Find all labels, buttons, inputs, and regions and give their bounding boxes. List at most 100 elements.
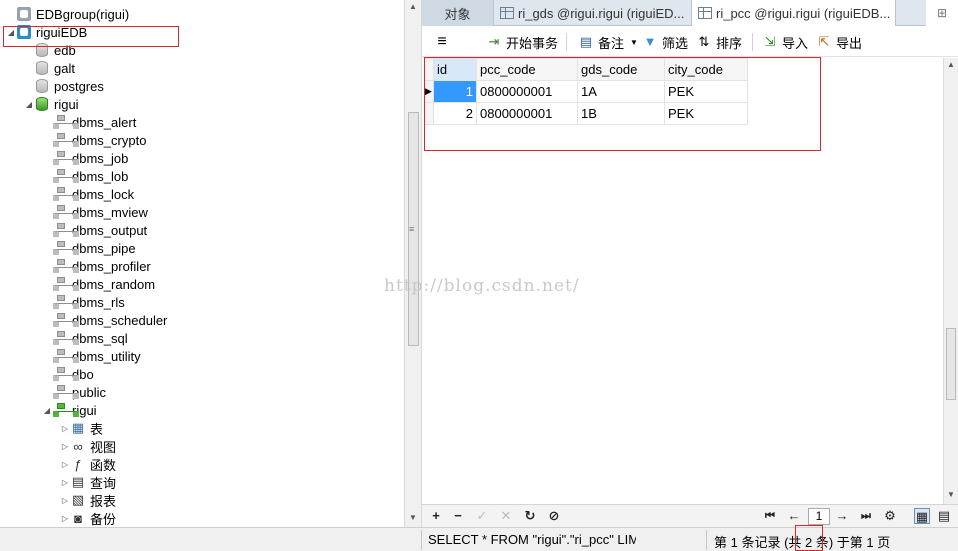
- tree-item[interactable]: ▷ ∞ 视图: [60, 437, 116, 455]
- scroll-thumb[interactable]: [946, 328, 956, 400]
- schema-icon-shape: [53, 313, 79, 327]
- add-record-icon[interactable]: +: [428, 508, 444, 524]
- schema-icon: [52, 330, 79, 346]
- tree-item[interactable]: dbms_crypto: [42, 131, 146, 149]
- tree-item-label: 视图: [90, 439, 117, 455]
- tree-item[interactable]: galt: [24, 59, 75, 77]
- backup-icon-shape: ◙: [74, 510, 82, 526]
- memo-button[interactable]: ▤ 备注 ▼: [578, 33, 638, 51]
- tree-item[interactable]: dbms_random: [42, 275, 155, 293]
- schema-icon: [52, 114, 79, 130]
- filter-button[interactable]: ▼ 筛选: [642, 33, 688, 51]
- database-icon: [34, 78, 50, 94]
- tab-ri-gds[interactable]: ri_gds @rigui.rigui (riguiED...: [494, 0, 692, 26]
- tree-item[interactable]: ▷ ▧ 报表: [60, 491, 116, 509]
- data-grid-area: id pcc_code gds_code city_code ▶ 1 08000…: [422, 57, 943, 504]
- begin-transaction-button[interactable]: ⇥ 开始事务: [486, 33, 558, 51]
- tab-label: ri_gds @rigui.rigui (riguiED...: [518, 5, 685, 21]
- tree-item[interactable]: dbms_mview: [42, 203, 148, 221]
- tree-item[interactable]: EDBgroup(rigui): [6, 5, 129, 23]
- tab-bar: 对象 ri_gds @rigui.rigui (riguiED... ri_pc…: [422, 0, 958, 26]
- tree-item[interactable]: dbms_pipe: [42, 239, 136, 257]
- tree-item[interactable]: ▷ ▦ 表: [60, 419, 103, 437]
- toolbar-divider: [752, 33, 753, 51]
- tree-item[interactable]: dbms_sql: [42, 329, 128, 347]
- sort-button[interactable]: ⇅ 排序: [696, 33, 742, 51]
- last-page-icon[interactable]: ⏭: [858, 508, 874, 524]
- expand-arrow-icon[interactable]: ▷: [60, 495, 70, 505]
- page-number-input[interactable]: 1: [808, 508, 830, 525]
- delete-record-icon[interactable]: −: [450, 508, 466, 524]
- tree-item[interactable]: dbms_output: [42, 221, 147, 239]
- expand-arrow-icon[interactable]: ▷: [60, 459, 70, 469]
- splitter-grip-icon[interactable]: ≡: [409, 224, 414, 234]
- settings-gear-icon[interactable]: ⚙: [882, 508, 898, 524]
- tree-item[interactable]: dbms_utility: [42, 347, 141, 365]
- tree-item[interactable]: dbms_scheduler: [42, 311, 167, 329]
- server-icon-shape: [17, 7, 31, 21]
- grid-view-icon[interactable]: ▦: [914, 508, 930, 524]
- tree-item[interactable]: dbo: [42, 365, 94, 383]
- collapse-arrow-icon[interactable]: ◢: [24, 99, 34, 109]
- tree-scrollbar[interactable]: ▲ ≡ ▼: [404, 0, 422, 527]
- next-page-icon[interactable]: →: [834, 508, 850, 524]
- schema-icon-shape: [53, 259, 79, 273]
- tree-item[interactable]: ▷ ƒ 函数: [60, 455, 116, 473]
- tree-item[interactable]: dbms_profiler: [42, 257, 151, 275]
- apply-changes-icon[interactable]: ✓: [474, 508, 490, 524]
- database-icon: [34, 60, 50, 76]
- collapse-arrow-icon[interactable]: ◢: [42, 405, 52, 415]
- begin-transaction-label: 开始事务: [506, 35, 559, 51]
- tree-item[interactable]: postgres: [24, 77, 104, 95]
- tree-item[interactable]: ◢ rigui: [42, 401, 97, 419]
- schema-icon: [52, 294, 79, 310]
- toolbar: ≡ ⇥ 开始事务 ▤ 备注 ▼ ▼ 筛选 ⇅ 排序 ⇲ 导入 ⇱ 导出: [422, 27, 958, 57]
- scroll-down-arrow-icon[interactable]: ▼: [409, 513, 417, 522]
- export-button[interactable]: ⇱ 导出: [816, 33, 862, 51]
- menu-button[interactable]: ≡: [434, 33, 454, 51]
- stop-icon[interactable]: ⊘: [546, 508, 562, 524]
- navicat-window: EDBgroup(rigui) ◢ riguiEDB edb galt postgres ◢…: [0, 0, 958, 551]
- expand-arrow-icon[interactable]: ▷: [60, 477, 70, 487]
- tab-ri-pcc[interactable]: ri_pcc @rigui.rigui (riguiEDB...: [692, 0, 896, 26]
- first-page-icon[interactable]: ⏮: [762, 508, 778, 524]
- tab-options-icon[interactable]: ⊞: [926, 0, 958, 26]
- expand-arrow-icon[interactable]: ▷: [60, 423, 70, 433]
- tree-item[interactable]: public: [42, 383, 106, 401]
- schema-icon: [52, 348, 79, 364]
- tree-item[interactable]: dbms_lob: [42, 167, 128, 185]
- schema-icon: [52, 186, 79, 202]
- scroll-down-arrow-icon[interactable]: ▼: [947, 490, 955, 499]
- expand-arrow-icon[interactable]: ▷: [60, 513, 70, 523]
- memo-icon: ▤: [579, 34, 593, 49]
- discard-changes-icon[interactable]: ✕: [498, 508, 514, 524]
- grid-scrollbar[interactable]: ▲ ▼: [943, 58, 958, 504]
- tree-item[interactable]: ▷ ▤ 查询: [60, 473, 116, 491]
- previous-page-icon[interactable]: ←: [786, 508, 802, 524]
- tree-item[interactable]: dbms_rls: [42, 293, 125, 311]
- tree-item[interactable]: dbms_alert: [42, 113, 136, 131]
- tree-item[interactable]: ◢ rigui: [24, 95, 79, 113]
- tree-item[interactable]: dbms_lock: [42, 185, 134, 203]
- tree-item-label: dbms_scheduler: [72, 312, 168, 328]
- import-button[interactable]: ⇲ 导入: [762, 33, 808, 51]
- schema-icon: [52, 240, 79, 256]
- form-view-icon[interactable]: ▤: [936, 508, 952, 524]
- tree-item[interactable]: ▷ ◙ 备份: [60, 509, 116, 527]
- tree-item-label: dbms_lock: [72, 186, 135, 202]
- scroll-up-arrow-icon[interactable]: ▲: [947, 60, 955, 69]
- expand-arrow-icon[interactable]: ▷: [60, 441, 70, 451]
- table-editor-panel: 对象 ri_gds @rigui.rigui (riguiED... ri_pc…: [422, 0, 958, 527]
- scroll-up-arrow-icon[interactable]: ▲: [409, 2, 417, 11]
- function-icon-shape: ƒ: [74, 456, 82, 472]
- tab-objects[interactable]: 对象: [422, 0, 494, 26]
- schema-icon: [52, 258, 79, 274]
- tree-item[interactable]: dbms_job: [42, 149, 128, 167]
- highlight-box-grid: [424, 57, 821, 151]
- refresh-icon[interactable]: ↻: [522, 508, 538, 524]
